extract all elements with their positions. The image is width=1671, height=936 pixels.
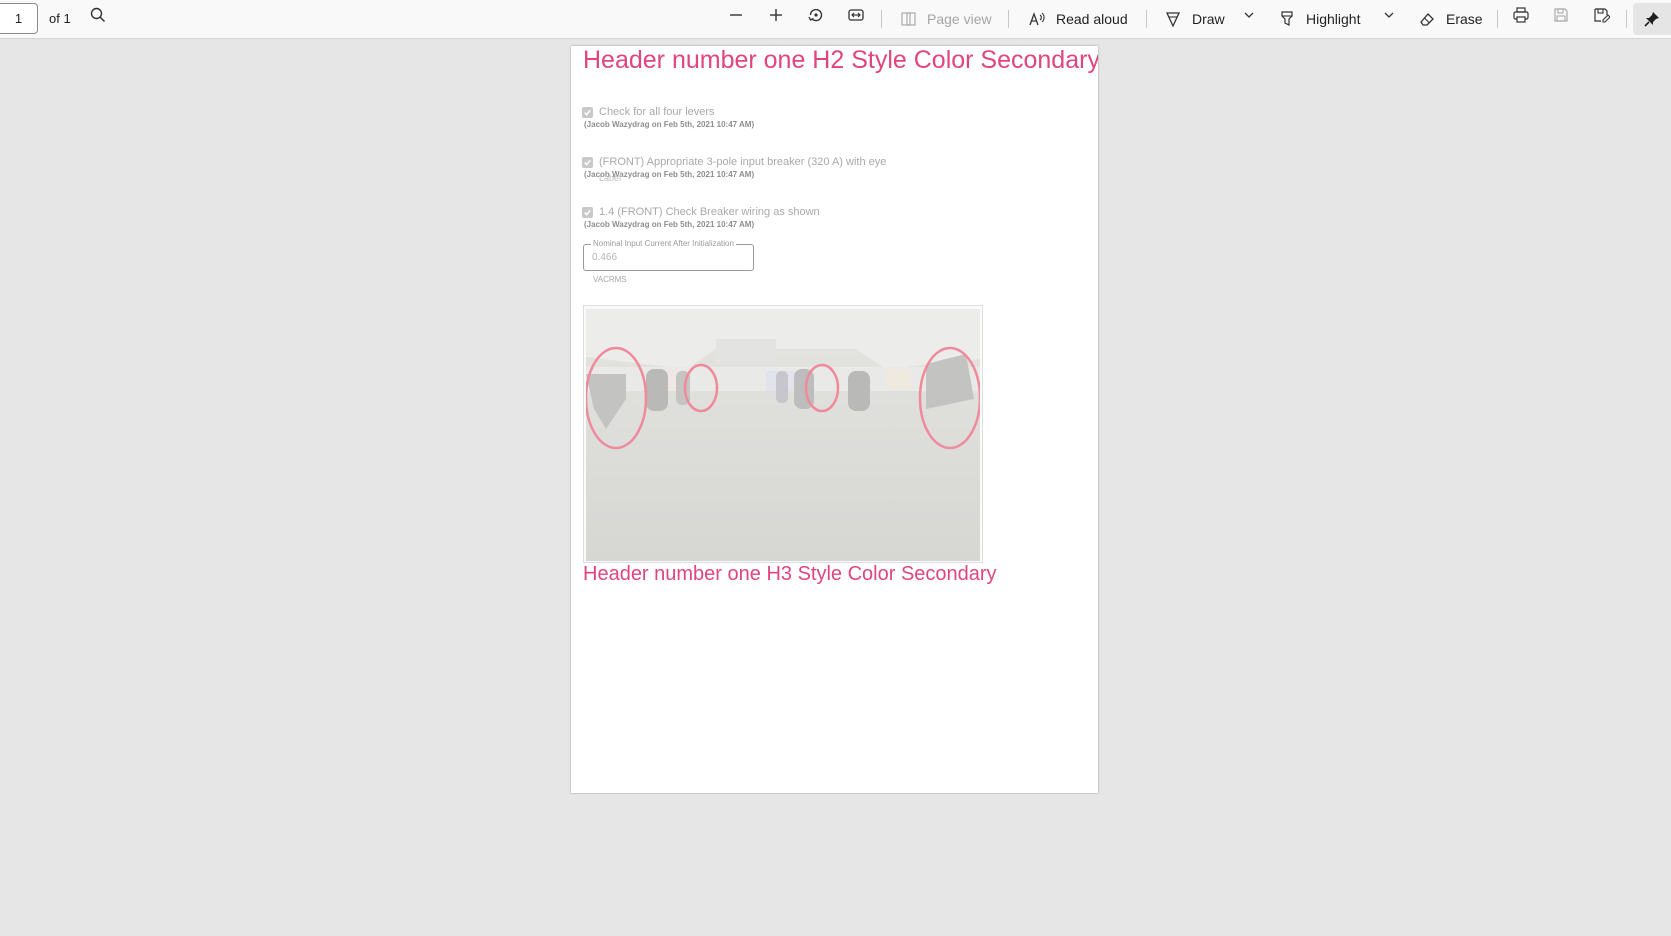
page-heading-h3: Header number one H3 Style Color Seconda… [583,563,997,585]
checklist-item-label: 1.4 (FRONT) Check Breaker wiring as show… [599,206,820,218]
draw-icon [1165,12,1181,28]
minus-icon [730,14,742,16]
print-button[interactable] [1506,0,1536,30]
search-button[interactable] [83,0,113,30]
fit-width-button[interactable] [841,0,871,30]
erase-button[interactable]: Erase [1418,0,1483,38]
search-icon [90,7,106,23]
toolbar-divider [1626,10,1627,28]
chevron-down-icon [1384,12,1394,18]
page-view-label: Page view [927,11,992,27]
printer-icon [1513,7,1529,23]
page-total-label: of 1 [49,11,71,26]
save-as-icon [1594,8,1610,23]
draw-button[interactable]: Draw [1164,0,1225,38]
toolbar-divider [881,10,882,28]
checkmark-icon [584,209,591,216]
fit-width-icon [848,9,864,21]
draw-options-button[interactable] [1234,0,1264,30]
checklist-item-label: (FRONT) Appropriate 3-pole input breaker… [599,156,887,168]
checkbox[interactable] [582,107,593,118]
zoom-out-button[interactable] [721,0,751,30]
read-aloud-label: Read aloud [1056,11,1128,27]
save-button[interactable] [1546,0,1576,30]
toolbar-divider [1008,10,1009,28]
checkbox[interactable] [582,157,593,168]
read-aloud-icon [1029,12,1045,26]
inspection-photo [583,305,983,563]
zoom-in-button[interactable] [761,0,791,30]
eraser-icon [1420,13,1434,26]
highlighter-icon [1281,11,1293,26]
pdf-toolbar: 1 of 1 Page view Read aloud Draw Highlig… [0,0,1671,39]
save-icon [1554,8,1568,22]
inspection-photo-image [586,309,980,561]
checklist-item-label: Check for all four levers [599,106,715,118]
highlight-options-button[interactable] [1374,0,1404,30]
page-view-button[interactable]: Page view [899,0,992,38]
pdf-page: Header number one H2 Style Color Seconda… [571,46,1098,793]
rotate-button[interactable] [801,0,831,30]
checkmark-icon [584,159,591,166]
checkbox[interactable] [582,207,593,218]
checklist-item-meta: (Jacob Wazydrag on Feb 5th, 2021 10:47 A… [584,120,755,129]
field-label: Label [599,173,622,183]
nominal-current-legend: Nominal Input Current After Initializati… [591,239,736,248]
draw-label: Draw [1192,11,1225,27]
plus-icon [770,9,782,21]
page-heading-h2: Header number one H2 Style Color Seconda… [583,46,1098,74]
highlight-button[interactable]: Highlight [1278,0,1360,38]
read-aloud-button[interactable]: Read aloud [1028,0,1128,38]
erase-label: Erase [1446,11,1483,27]
checkmark-icon [584,109,591,116]
nominal-current-value: 0.466 [592,252,618,263]
highlight-label: Highlight [1306,11,1361,27]
rotate-icon [808,8,823,22]
checklist-item-meta: (Jacob Wazydrag on Feb 5th, 2021 10:47 A… [584,220,755,229]
chevron-down-icon [1244,12,1254,18]
pin-icon [1644,12,1659,27]
nominal-current-unit: VACRMS [593,275,627,284]
toolbar-divider [1146,10,1147,28]
save-as-button[interactable] [1586,0,1616,30]
toolbar-divider [1497,10,1498,28]
page-number-input[interactable]: 1 [0,3,38,34]
nominal-current-field[interactable]: Nominal Input Current After Initializati… [583,239,754,271]
page-view-icon [901,12,916,26]
pin-toolbar-button[interactable] [1633,3,1671,35]
